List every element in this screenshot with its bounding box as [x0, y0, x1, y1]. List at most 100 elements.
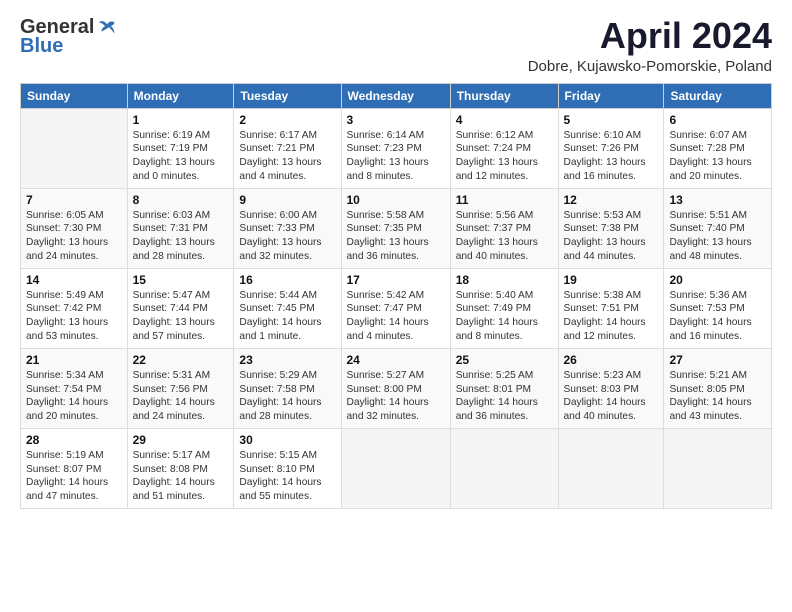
day-number: 22	[133, 353, 229, 367]
day-number: 2	[239, 113, 335, 127]
day-number: 8	[133, 193, 229, 207]
day-info: Sunrise: 5:27 AMSunset: 8:00 PMDaylight:…	[347, 369, 445, 424]
day-number: 6	[669, 113, 766, 127]
day-info: Sunrise: 5:15 AMSunset: 8:10 PMDaylight:…	[239, 449, 335, 504]
calendar-cell: 16 Sunrise: 5:44 AMSunset: 7:45 PMDayligh…	[234, 268, 341, 348]
calendar-cell: 12 Sunrise: 5:53 AMSunset: 7:38 PMDayligh…	[558, 188, 664, 268]
calendar-cell	[450, 428, 558, 508]
day-info: Sunrise: 5:44 AMSunset: 7:45 PMDaylight:…	[239, 289, 335, 344]
calendar-cell: 28Sunrise: 5:19 AMSunset: 8:07 PMDayligh…	[21, 428, 128, 508]
day-info: Sunrise: 6:12 AMSunset: 7:24 PMDaylight:…	[456, 129, 553, 184]
calendar-cell: 1Sunrise: 6:19 AMSunset: 7:19 PMDaylight…	[127, 108, 234, 188]
calendar-cell: 19 Sunrise: 5:38 AMSunset: 7:51 PMDayligh…	[558, 268, 664, 348]
calendar-cell: 22 Sunrise: 5:31 AMSunset: 7:56 PMDayligh…	[127, 348, 234, 428]
day-number: 11	[456, 193, 553, 207]
day-info: Sunrise: 6:03 AMSunset: 7:31 PMDaylight:…	[133, 209, 229, 264]
day-number: 27	[669, 353, 766, 367]
day-number: 29	[133, 433, 229, 447]
day-info: Sunrise: 6:14 AMSunset: 7:23 PMDaylight:…	[347, 129, 445, 184]
weekday-header-monday: Monday	[127, 83, 234, 108]
header: General Blue April 2024 Dobre, Kujawsko-…	[20, 16, 772, 75]
calendar-cell: 8 Sunrise: 6:03 AMSunset: 7:31 PMDaylight…	[127, 188, 234, 268]
weekday-header-friday: Friday	[558, 83, 664, 108]
day-number: 7	[26, 193, 122, 207]
day-number: 16	[239, 273, 335, 287]
calendar-week-row: 7 Sunrise: 6:05 AMSunset: 7:30 PMDaylight…	[21, 188, 772, 268]
day-info: Sunrise: 5:51 AMSunset: 7:40 PMDaylight:…	[669, 209, 766, 264]
day-info: Sunrise: 6:00 AMSunset: 7:33 PMDaylight:…	[239, 209, 335, 264]
day-number: 9	[239, 193, 335, 207]
day-info: Sunrise: 6:17 AMSunset: 7:21 PMDaylight:…	[239, 129, 335, 184]
logo-bird-icon	[96, 17, 118, 39]
calendar-week-row: 28Sunrise: 5:19 AMSunset: 8:07 PMDayligh…	[21, 428, 772, 508]
calendar-cell: 27 Sunrise: 5:21 AMSunset: 8:05 PMDayligh…	[664, 348, 772, 428]
day-info: Sunrise: 5:17 AMSunset: 8:08 PMDaylight:…	[133, 449, 229, 504]
logo: General Blue	[20, 16, 118, 58]
calendar-cell: 15Sunrise: 5:47 AMSunset: 7:44 PMDayligh…	[127, 268, 234, 348]
calendar-cell: 11Sunrise: 5:56 AMSunset: 7:37 PMDayligh…	[450, 188, 558, 268]
day-number: 25	[456, 353, 553, 367]
logo-blue: Blue	[20, 35, 63, 58]
calendar-table: SundayMondayTuesdayWednesdayThursdayFrid…	[20, 83, 772, 509]
day-number: 12	[564, 193, 659, 207]
calendar-header-row: SundayMondayTuesdayWednesdayThursdayFrid…	[21, 83, 772, 108]
day-info: Sunrise: 5:23 AMSunset: 8:03 PMDaylight:…	[564, 369, 659, 424]
calendar-cell: 3 Sunrise: 6:14 AMSunset: 7:23 PMDaylight…	[341, 108, 450, 188]
day-number: 30	[239, 433, 335, 447]
calendar-cell: 17 Sunrise: 5:42 AMSunset: 7:47 PMDayligh…	[341, 268, 450, 348]
calendar-cell: 2 Sunrise: 6:17 AMSunset: 7:21 PMDaylight…	[234, 108, 341, 188]
day-number: 26	[564, 353, 659, 367]
day-number: 20	[669, 273, 766, 287]
day-number: 13	[669, 193, 766, 207]
day-number: 5	[564, 113, 659, 127]
calendar-cell	[21, 108, 128, 188]
day-number: 18	[456, 273, 553, 287]
weekday-header-thursday: Thursday	[450, 83, 558, 108]
day-info: Sunrise: 5:36 AMSunset: 7:53 PMDaylight:…	[669, 289, 766, 344]
day-info: Sunrise: 6:05 AMSunset: 7:30 PMDaylight:…	[26, 209, 122, 264]
calendar-cell: 5Sunrise: 6:10 AMSunset: 7:26 PMDaylight…	[558, 108, 664, 188]
calendar-cell: 20 Sunrise: 5:36 AMSunset: 7:53 PMDayligh…	[664, 268, 772, 348]
day-number: 14	[26, 273, 122, 287]
calendar-week-row: 21 Sunrise: 5:34 AMSunset: 7:54 PMDayligh…	[21, 348, 772, 428]
location: Dobre, Kujawsko-Pomorskie, Poland	[528, 58, 772, 75]
day-number: 23	[239, 353, 335, 367]
day-info: Sunrise: 5:58 AMSunset: 7:35 PMDaylight:…	[347, 209, 445, 264]
title-block: April 2024 Dobre, Kujawsko-Pomorskie, Po…	[528, 16, 772, 75]
day-info: Sunrise: 6:19 AMSunset: 7:19 PMDaylight:…	[133, 129, 229, 184]
calendar-cell: 9 Sunrise: 6:00 AMSunset: 7:33 PMDaylight…	[234, 188, 341, 268]
calendar-cell: 24 Sunrise: 5:27 AMSunset: 8:00 PMDayligh…	[341, 348, 450, 428]
weekday-header-wednesday: Wednesday	[341, 83, 450, 108]
day-number: 24	[347, 353, 445, 367]
day-info: Sunrise: 5:53 AMSunset: 7:38 PMDaylight:…	[564, 209, 659, 264]
day-info: Sunrise: 5:25 AMSunset: 8:01 PMDaylight:…	[456, 369, 553, 424]
day-number: 15	[133, 273, 229, 287]
day-info: Sunrise: 5:42 AMSunset: 7:47 PMDaylight:…	[347, 289, 445, 344]
day-number: 10	[347, 193, 445, 207]
day-info: Sunrise: 5:21 AMSunset: 8:05 PMDaylight:…	[669, 369, 766, 424]
day-info: Sunrise: 6:07 AMSunset: 7:28 PMDaylight:…	[669, 129, 766, 184]
calendar-week-row: 1Sunrise: 6:19 AMSunset: 7:19 PMDaylight…	[21, 108, 772, 188]
month-year: April 2024	[528, 16, 772, 56]
day-number: 4	[456, 113, 553, 127]
calendar-cell: 6 Sunrise: 6:07 AMSunset: 7:28 PMDaylight…	[664, 108, 772, 188]
weekday-header-saturday: Saturday	[664, 83, 772, 108]
calendar-week-row: 14 Sunrise: 5:49 AMSunset: 7:42 PMDayligh…	[21, 268, 772, 348]
day-info: Sunrise: 5:34 AMSunset: 7:54 PMDaylight:…	[26, 369, 122, 424]
day-number: 19	[564, 273, 659, 287]
calendar-cell: 23 Sunrise: 5:29 AMSunset: 7:58 PMDayligh…	[234, 348, 341, 428]
calendar-cell: 18Sunrise: 5:40 AMSunset: 7:49 PMDayligh…	[450, 268, 558, 348]
calendar-cell: 29 Sunrise: 5:17 AMSunset: 8:08 PMDayligh…	[127, 428, 234, 508]
calendar-cell	[558, 428, 664, 508]
day-info: Sunrise: 5:31 AMSunset: 7:56 PMDaylight:…	[133, 369, 229, 424]
calendar-cell: 13 Sunrise: 5:51 AMSunset: 7:40 PMDayligh…	[664, 188, 772, 268]
calendar-cell: 7 Sunrise: 6:05 AMSunset: 7:30 PMDaylight…	[21, 188, 128, 268]
day-info: Sunrise: 5:49 AMSunset: 7:42 PMDaylight:…	[26, 289, 122, 344]
day-number: 3	[347, 113, 445, 127]
day-number: 21	[26, 353, 122, 367]
day-info: Sunrise: 5:38 AMSunset: 7:51 PMDaylight:…	[564, 289, 659, 344]
day-number: 17	[347, 273, 445, 287]
day-info: Sunrise: 5:29 AMSunset: 7:58 PMDaylight:…	[239, 369, 335, 424]
weekday-header-tuesday: Tuesday	[234, 83, 341, 108]
calendar-cell: 14 Sunrise: 5:49 AMSunset: 7:42 PMDayligh…	[21, 268, 128, 348]
